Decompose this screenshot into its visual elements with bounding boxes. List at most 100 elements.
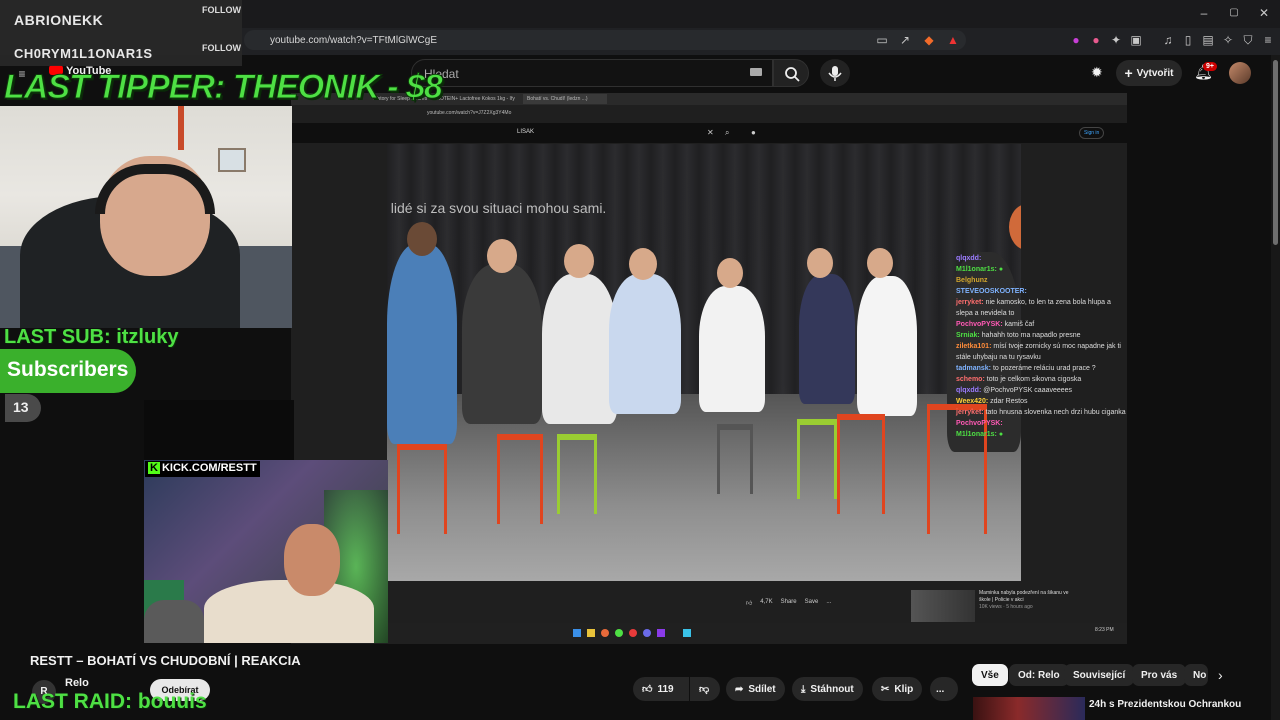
notification-badge: 9+ — [1203, 62, 1217, 71]
inner-search-icon: ⌕ — [725, 128, 730, 137]
chevron-right-icon[interactable]: › — [1218, 667, 1223, 683]
close-icon[interactable]: ✕ — [1256, 5, 1272, 21]
start-icon — [573, 629, 581, 637]
participant-head — [407, 222, 437, 256]
chat-message: Weex420: zdar Restos — [956, 396, 1126, 407]
last-raid-banner: LAST RAID: bouuis — [13, 690, 207, 713]
recommendation-title[interactable]: 24h s Prezidentskou Ochrankou — [1089, 699, 1241, 710]
search-input[interactable]: Hledat — [411, 59, 773, 87]
settings-gear-icon[interactable]: ✹ — [1091, 64, 1103, 81]
plus-icon: + — [1124, 65, 1133, 81]
lamp-cord — [178, 106, 184, 150]
inner-recommendation: Maminka nabyla podezření na šikanu ve šk… — [979, 590, 1069, 611]
chip-from-channel[interactable]: Od: Relo — [1009, 664, 1069, 686]
chat-user: jerryket: — [956, 299, 984, 306]
follower-name: CH0RYM1L1ONAR1S — [14, 46, 153, 61]
chat-user: M1l1onar1s: — [956, 266, 997, 273]
share-icon[interactable]: ↗ — [897, 32, 913, 48]
chat-user: schemo: — [956, 376, 985, 383]
video-caption: í lidé si za svou situaci mohou sami. — [387, 200, 607, 216]
inner-tab-active: Bohatí vs. Chudí! (ledzn ...) — [523, 94, 607, 104]
follow-label: FOLLOW — [202, 5, 241, 15]
discord-icon — [643, 629, 651, 637]
more-actions-button[interactable]: ... — [930, 677, 958, 701]
clip-label: Klip — [894, 683, 914, 695]
like-button[interactable]: 👍︎ 119 — [633, 677, 689, 701]
participant-head — [717, 258, 743, 288]
wall-picture — [218, 148, 246, 172]
participant-head — [487, 239, 517, 273]
live-chat: qlqxdd: M1l1onar1s: ● Belghunz STEVEOOSK… — [956, 253, 1126, 440]
windows-taskbar: 8:23 PM — [387, 623, 1127, 644]
chip-partial[interactable]: No — [1184, 664, 1208, 686]
extension-icon[interactable]: ● — [1068, 32, 1084, 48]
chat-message: M1l1onar1s: ● — [956, 266, 1004, 273]
recent-follows-panel: ABRIONEKK FOLLOW CH0RYM1L1ONAR1S FOLLOW — [0, 0, 242, 66]
sidebar-icon[interactable]: ▯ — [1180, 32, 1196, 48]
leo-ai-icon[interactable]: ✧ — [1220, 32, 1236, 48]
guest-shirt — [204, 580, 374, 643]
minimize-icon[interactable]: – — [1196, 5, 1212, 21]
participant-head — [867, 248, 893, 278]
address-bar[interactable]: youtube.com/watch?v=TFtMlGlWCgE — [244, 30, 966, 50]
chat-user: Srniak: — [956, 332, 980, 339]
install-icon[interactable]: ▭ — [874, 32, 890, 48]
wallet-icon[interactable]: ▣ — [1128, 32, 1144, 48]
more-dots-icon: ... — [936, 683, 945, 695]
brave-shield-icon[interactable]: ◆ — [921, 32, 937, 48]
download-button[interactable]: ⤓ Stáhnout — [792, 677, 863, 701]
chat-message: jerryket: nie kamosko, to len ta zena bo… — [956, 297, 1126, 319]
chat-message: ziletka101: mísí tvoje zornicky sú moc n… — [956, 341, 1126, 363]
orange-chair — [397, 444, 447, 534]
menu-icon[interactable]: ≡ — [1260, 32, 1276, 48]
extension-icon[interactable]: ● — [1088, 32, 1104, 48]
keyboard-icon[interactable] — [750, 68, 762, 76]
recommendation-thumbnail[interactable] — [973, 697, 1085, 720]
chip-related[interactable]: Související — [1064, 664, 1135, 686]
inner-url-text: youtube.com/watch?v=J7Z2Xg3Y4Mo — [427, 110, 512, 116]
playlist-icon[interactable]: ♫ — [1160, 32, 1176, 48]
orange-chair — [837, 414, 885, 514]
captured-screen: History for Sleep Shares PROTEIN+ Lactof… — [291, 93, 1127, 644]
vpn-icon[interactable]: ⛉ — [1240, 32, 1256, 48]
chat-user: qlqxdd: — [956, 387, 982, 394]
follower-name: ABRIONEKK — [14, 12, 104, 28]
chat-message: M1l1onar1s: ● — [956, 431, 1004, 438]
chat-message: qlqxdd: — [956, 253, 1126, 264]
inner-rec-title: Maminka nabyla podezření na šikanu ve šk… — [979, 590, 1069, 603]
streamer-webcam — [0, 106, 292, 328]
share-button[interactable]: ➦ Sdílet — [726, 677, 785, 701]
puzzle-icon[interactable]: ✦ — [1108, 32, 1124, 48]
chat-message: tadmansk: to pozeráme reláciu urad prace… — [956, 363, 1126, 374]
channel-name[interactable]: Relo — [65, 677, 89, 689]
create-button[interactable]: + Vytvořit — [1116, 60, 1182, 86]
search-button[interactable] — [773, 59, 809, 87]
chip-all[interactable]: Vše — [972, 664, 1008, 686]
chat-user: M1l1onar1s: — [956, 431, 997, 438]
voice-search-button[interactable] — [820, 59, 850, 87]
inner-clear-icon: ✕ — [707, 128, 714, 137]
clip-button[interactable]: ✂ Klip — [872, 677, 923, 701]
scrollbar-thumb[interactable] — [1273, 60, 1278, 245]
chat-text: zdar Restos — [990, 398, 1028, 405]
chat-message: PochvoPYSK: — [956, 418, 1126, 429]
chat-text: toto je celkom sikovna cigoska — [986, 376, 1082, 383]
share-label: Sdílet — [748, 683, 776, 695]
inner-share: Share — [780, 599, 797, 605]
chip-label: Pro vás — [1141, 669, 1178, 681]
wallet-icon[interactable]: ▤ — [1200, 32, 1216, 48]
chip-for-you[interactable]: Pro vás — [1132, 664, 1187, 686]
download-label: Stáhnout — [810, 683, 854, 695]
chat-message: qlqxdd: @PochvoPYSK caaaveeees — [956, 385, 1126, 396]
chat-message: jerryket: tato hnusna slovenka nech drzi… — [956, 407, 1126, 418]
chat-message: STEVEOOSKOOTER: — [956, 286, 1126, 297]
maximize-icon[interactable]: ▢ — [1226, 5, 1242, 21]
brave-icon — [601, 629, 609, 637]
brave-rewards-icon[interactable]: ▲ — [945, 32, 961, 48]
account-avatar[interactable] — [1229, 62, 1251, 84]
dislike-button[interactable]: 👎︎ — [690, 677, 720, 701]
participant-head — [629, 248, 657, 280]
panel-participant — [799, 274, 855, 404]
chat-text: tato hnusna slovenka nech drzi hubu ciga… — [985, 409, 1126, 416]
inner-more: ... — [826, 599, 832, 605]
